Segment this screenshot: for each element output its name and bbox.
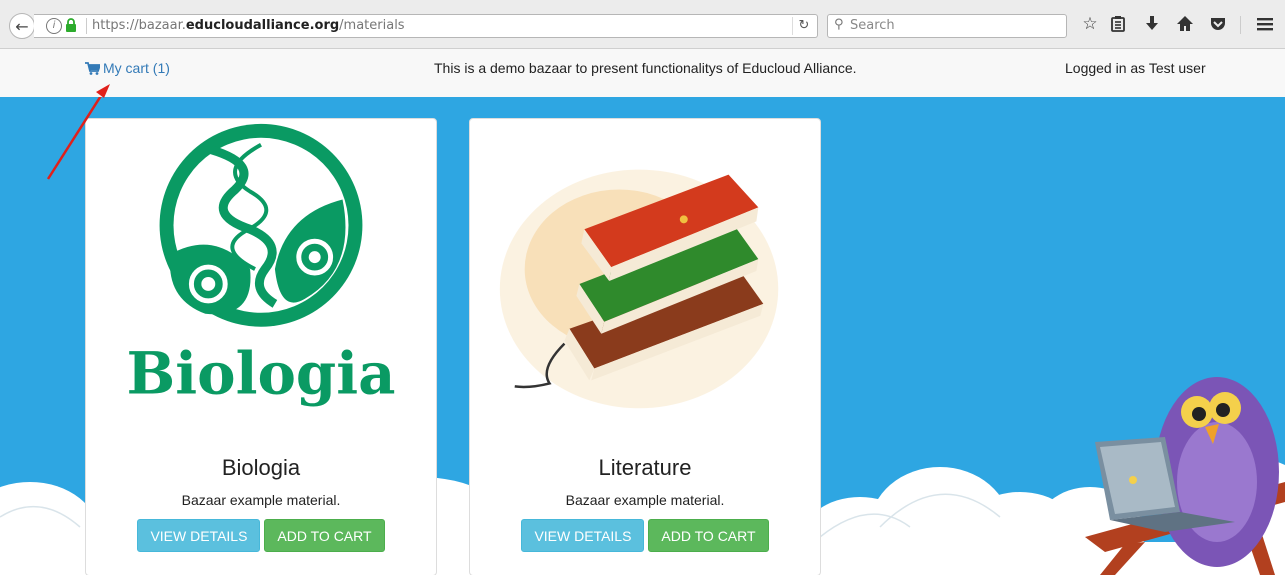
site-navbar: My cart (1) This is a demo bazaar to pre…: [0, 49, 1285, 98]
url-separator: [86, 18, 87, 34]
download-icon[interactable]: [1141, 13, 1163, 35]
reading-list-icon[interactable]: [1107, 13, 1129, 35]
biologia-logo-image: Biologia: [126, 123, 396, 407]
material-title: Literature: [598, 455, 692, 480]
bookmark-star-icon[interactable]: ☆: [1079, 13, 1101, 35]
url-text[interactable]: https://bazaar.educloudalliance.org/mate…: [92, 18, 405, 33]
cart-icon: [85, 61, 100, 75]
add-to-cart-button[interactable]: ADD TO CART: [264, 519, 385, 552]
demo-message: This is a demo bazaar to present functio…: [434, 60, 857, 76]
material-description: Bazaar example material.: [565, 492, 725, 508]
browser-toolbar: ← i https://bazaar.educloudalliance.org/…: [0, 0, 1285, 49]
view-details-button[interactable]: VIEW DETAILS: [521, 519, 645, 552]
back-arrow-icon[interactable]: ←: [9, 13, 35, 39]
cart-label: My cart (1): [103, 60, 170, 76]
logged-in-status: Logged in as Test user: [1065, 60, 1206, 76]
menu-icon[interactable]: [1254, 13, 1276, 35]
url-domain: educloudalliance.org: [185, 18, 340, 33]
add-to-cart-button[interactable]: ADD TO CART: [648, 519, 769, 552]
material-title: Biologia: [221, 455, 301, 480]
material-card-biologia: Biologia Biologia Bazaar example materia…: [85, 118, 437, 575]
home-icon[interactable]: [1174, 13, 1196, 35]
url-prefix: https://bazaar.: [92, 18, 186, 33]
biologia-logo-text: Biologia: [126, 339, 395, 407]
owl-mascot-image: [1085, 377, 1285, 575]
url-bar[interactable]: i https://bazaar.educloudalliance.org/ma…: [34, 14, 818, 38]
search-icon: ⚲: [834, 17, 844, 32]
material-actions: VIEW DETAILS ADD TO CART: [86, 519, 436, 552]
info-icon[interactable]: i: [46, 18, 62, 34]
books-stack-image: [499, 169, 779, 409]
material-description: Bazaar example material.: [181, 492, 341, 508]
pocket-icon[interactable]: [1207, 13, 1229, 35]
my-cart-link[interactable]: My cart (1): [85, 60, 170, 76]
view-details-button[interactable]: VIEW DETAILS: [137, 519, 261, 552]
materials-area: Biologia Biologia Bazaar example materia…: [0, 97, 1285, 575]
search-placeholder: Search: [850, 18, 895, 33]
toolbar-separator: [1240, 16, 1241, 34]
search-bar[interactable]: ⚲ Search: [827, 14, 1067, 38]
reload-icon[interactable]: ↻: [792, 17, 815, 35]
material-actions: VIEW DETAILS ADD TO CART: [470, 519, 820, 552]
material-card-literature: Literature Bazaar example material. VIEW…: [469, 118, 821, 575]
url-path: /materials: [339, 18, 405, 33]
lock-icon[interactable]: [65, 18, 77, 32]
